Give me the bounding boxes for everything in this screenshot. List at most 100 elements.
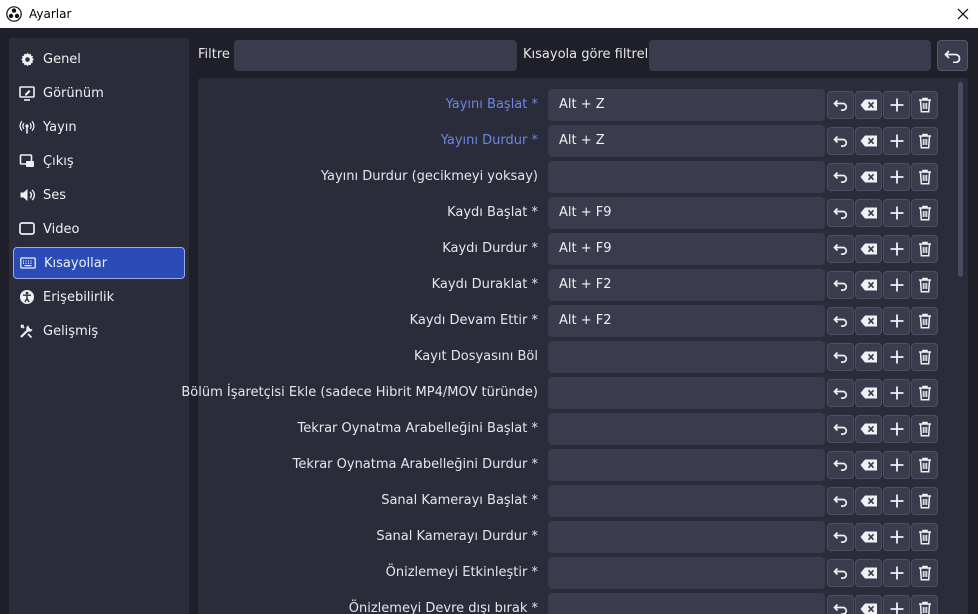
clear-hotkey-button[interactable] [855,451,882,479]
hotkey-input[interactable] [548,377,825,409]
sidebar-item-yayin[interactable]: Yayın [13,111,185,143]
hotkey-input[interactable] [548,593,825,614]
revert-hotkey-button[interactable] [827,451,854,479]
revert-hotkey-button[interactable] [827,91,854,119]
hotkey-input[interactable] [548,557,825,589]
clear-hotkey-button[interactable] [855,343,882,371]
plus-icon [890,422,904,436]
hotkey-input[interactable]: Alt + Z [548,125,825,157]
hotkey-input[interactable]: Alt + F2 [548,305,825,337]
revert-hotkey-button[interactable] [827,415,854,443]
add-hotkey-button[interactable] [883,559,910,587]
backspace-icon [860,531,878,543]
remove-hotkey-button[interactable] [911,127,938,155]
clear-hotkey-button[interactable] [855,235,882,263]
remove-hotkey-button[interactable] [911,523,938,551]
clear-hotkey-button[interactable] [855,379,882,407]
remove-hotkey-button[interactable] [911,487,938,515]
remove-hotkey-button[interactable] [911,559,938,587]
clear-hotkey-button[interactable] [855,523,882,551]
revert-hotkey-button[interactable] [827,379,854,407]
clear-hotkey-button[interactable] [855,271,882,299]
revert-hotkey-button[interactable] [827,559,854,587]
clear-hotkey-button[interactable] [855,199,882,227]
add-hotkey-button[interactable] [883,163,910,191]
revert-hotkey-button[interactable] [827,271,854,299]
hotkey-input[interactable] [548,485,825,517]
sidebar-item-gelismis[interactable]: Gelişmiş [13,315,185,347]
revert-hotkey-button[interactable] [827,595,854,614]
add-hotkey-button[interactable] [883,451,910,479]
remove-hotkey-button[interactable] [911,235,938,263]
revert-hotkey-button[interactable] [827,343,854,371]
clear-hotkey-button[interactable] [855,91,882,119]
revert-hotkey-button[interactable] [827,487,854,515]
revert-hotkey-button[interactable] [827,307,854,335]
close-icon[interactable] [948,0,978,28]
hotkey-input[interactable] [548,521,825,553]
remove-hotkey-button[interactable] [911,271,938,299]
clear-hotkey-button[interactable] [855,127,882,155]
add-hotkey-button[interactable] [883,127,910,155]
remove-hotkey-button[interactable] [911,343,938,371]
revert-hotkey-button[interactable] [827,163,854,191]
scrollbar[interactable] [956,82,964,614]
revert-hotkey-button[interactable] [827,199,854,227]
hotkey-row: Önizlemeyi Etkinleştir * [198,557,948,590]
clear-hotkey-button[interactable] [855,559,882,587]
clear-hotkey-button[interactable] [855,595,882,614]
add-hotkey-button[interactable] [883,235,910,263]
add-hotkey-button[interactable] [883,343,910,371]
hotkey-label: Kaydı Devam Ettir * [409,313,538,328]
remove-hotkey-button[interactable] [911,595,938,614]
reset-filter-button[interactable] [937,40,968,71]
clear-hotkey-button[interactable] [855,415,882,443]
filter-input[interactable] [234,40,517,71]
backspace-icon [860,207,878,219]
add-hotkey-button[interactable] [883,415,910,443]
add-hotkey-button[interactable] [883,523,910,551]
sidebar-item-video[interactable]: Video [13,213,185,245]
sidebar-item-cikis[interactable]: Çıkış [13,145,185,177]
add-hotkey-button[interactable] [883,379,910,407]
add-hotkey-button[interactable] [883,487,910,515]
sidebar-item-genel[interactable]: Genel [13,43,185,75]
remove-hotkey-button[interactable] [911,91,938,119]
clear-hotkey-button[interactable] [855,163,882,191]
revert-hotkey-button[interactable] [827,235,854,263]
remove-hotkey-button[interactable] [911,163,938,191]
remove-hotkey-button[interactable] [911,379,938,407]
sidebar-item-erisebilirlik[interactable]: Erişebilirlik [13,281,185,313]
backspace-icon [860,315,878,327]
remove-hotkey-button[interactable] [911,415,938,443]
sidebar-item-ses[interactable]: Ses [13,179,185,211]
clear-hotkey-button[interactable] [855,307,882,335]
hotkey-input[interactable]: Alt + F9 [548,233,825,265]
sidebar-item-gorunum[interactable]: Görünüm [13,77,185,109]
monitor-icon [19,221,35,237]
revert-hotkey-button[interactable] [827,523,854,551]
undo-icon [832,99,849,111]
hotkey-input[interactable]: Alt + F9 [548,197,825,229]
add-hotkey-button[interactable] [883,307,910,335]
add-hotkey-button[interactable] [883,199,910,227]
hotkey-input[interactable] [548,341,825,373]
shortcut-filter-input[interactable] [649,40,931,71]
sidebar-item-label: Görünüm [43,85,104,101]
remove-hotkey-button[interactable] [911,307,938,335]
add-hotkey-button[interactable] [883,595,910,614]
hotkey-input[interactable] [548,413,825,445]
hotkey-input[interactable] [548,161,825,193]
hotkey-input[interactable] [548,449,825,481]
remove-hotkey-button[interactable] [911,451,938,479]
accessibility-icon [19,289,35,305]
add-hotkey-button[interactable] [883,271,910,299]
remove-hotkey-button[interactable] [911,199,938,227]
sidebar-item-kisayollar[interactable]: Kısayollar [13,247,185,279]
scrollbar-thumb[interactable] [958,82,963,277]
hotkey-input[interactable]: Alt + F2 [548,269,825,301]
add-hotkey-button[interactable] [883,91,910,119]
hotkey-input[interactable]: Alt + Z [548,89,825,121]
revert-hotkey-button[interactable] [827,127,854,155]
clear-hotkey-button[interactable] [855,487,882,515]
